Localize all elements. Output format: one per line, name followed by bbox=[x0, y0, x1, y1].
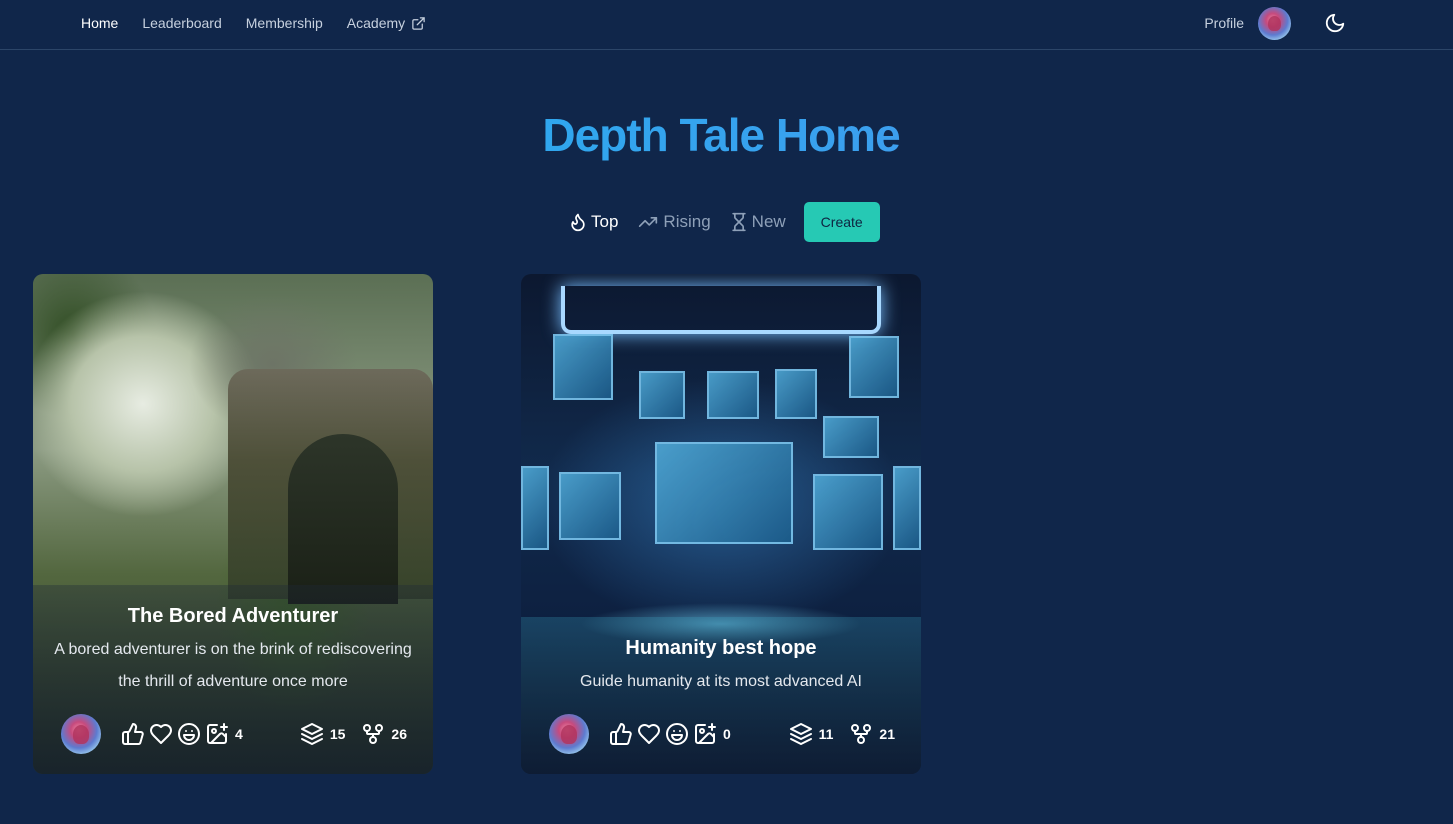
thumbs-up-icon[interactable] bbox=[609, 722, 633, 746]
nav-home-link[interactable]: Home bbox=[81, 15, 118, 31]
story-card-description: A bored adventurer is on the brink of re… bbox=[54, 641, 412, 690]
filter-top-label: Top bbox=[591, 212, 619, 231]
nav-academy-label: Academy bbox=[346, 15, 406, 31]
monitor-graphic bbox=[707, 371, 759, 419]
filter-new-button[interactable]: New bbox=[729, 211, 786, 233]
layers-icon bbox=[789, 722, 813, 746]
story-card[interactable]: Humanity best hope Guide humanity at its… bbox=[521, 274, 921, 774]
reaction-bar: 4 bbox=[121, 722, 243, 746]
profile-label: Profile bbox=[1204, 15, 1244, 31]
forks-stat: 21 bbox=[849, 722, 895, 746]
profile-link[interactable]: Profile bbox=[1204, 15, 1244, 31]
nav-academy-link[interactable]: Academy bbox=[347, 15, 426, 31]
story-card-footer: 4 15 26 bbox=[61, 714, 407, 754]
heart-icon[interactable] bbox=[149, 722, 173, 746]
nav-leaderboard-label: Leaderboard bbox=[142, 15, 222, 31]
thumbs-up-icon[interactable] bbox=[121, 722, 145, 746]
nav-user-area: Profile bbox=[1204, 0, 1349, 46]
story-card-title: The Bored Adventurer bbox=[127, 605, 339, 627]
image-plus-icon[interactable] bbox=[205, 722, 229, 746]
image-plus-icon[interactable] bbox=[693, 722, 717, 746]
forks-count: 26 bbox=[391, 726, 407, 742]
layers-stat: 15 bbox=[300, 722, 346, 746]
create-button[interactable]: Create bbox=[803, 202, 880, 242]
flame-icon bbox=[568, 212, 588, 232]
monitor-graphic bbox=[823, 416, 879, 458]
page-title: Depth Tale Home bbox=[0, 108, 1442, 162]
moon-icon bbox=[1324, 12, 1346, 34]
author-avatar[interactable] bbox=[549, 714, 589, 754]
story-stats: 15 26 bbox=[288, 722, 407, 746]
image-count: 4 bbox=[235, 726, 243, 742]
story-card[interactable]: The Bored Adventurer A bored adventurer … bbox=[33, 274, 433, 774]
monitor-graphic bbox=[775, 369, 817, 419]
filter-rising-label: Rising bbox=[663, 212, 711, 231]
heart-icon[interactable] bbox=[637, 722, 661, 746]
monitor-graphic bbox=[849, 336, 899, 398]
layers-icon bbox=[300, 722, 324, 746]
story-stats: 11 21 bbox=[777, 722, 895, 746]
trending-up-icon bbox=[636, 212, 660, 232]
fork-icon bbox=[849, 722, 873, 746]
monitor-graphic bbox=[553, 334, 613, 400]
forks-stat: 26 bbox=[361, 722, 407, 746]
filter-top-button[interactable]: Top bbox=[568, 212, 618, 232]
monitor-graphic bbox=[893, 466, 921, 550]
filter-new-label: New bbox=[751, 212, 786, 231]
nav-membership-label: Membership bbox=[245, 15, 323, 31]
forks-count: 21 bbox=[879, 726, 895, 742]
layers-count: 11 bbox=[818, 726, 834, 742]
fork-icon bbox=[361, 722, 385, 746]
monitor-graphic bbox=[639, 371, 685, 419]
nav-leaderboard-link[interactable]: Leaderboard bbox=[142, 15, 221, 31]
story-card-description: Guide humanity at its most advanced AI bbox=[580, 673, 862, 690]
external-link-icon bbox=[411, 16, 426, 31]
monitor-graphic bbox=[521, 466, 549, 550]
monitor-graphic bbox=[813, 474, 883, 550]
filter-rising-button[interactable]: Rising bbox=[636, 212, 711, 232]
reaction-bar: 0 bbox=[609, 722, 731, 746]
hourglass-icon bbox=[729, 211, 749, 233]
ruin-arch-opening bbox=[288, 434, 398, 604]
nav-home-label: Home bbox=[81, 15, 119, 31]
nav-membership-link[interactable]: Membership bbox=[246, 15, 323, 31]
monitor-graphic bbox=[559, 472, 621, 540]
top-navbar: Home Leaderboard Membership Academy Prof… bbox=[0, 0, 1453, 50]
smile-icon[interactable] bbox=[665, 722, 689, 746]
sort-filter-bar: Top Rising New Create bbox=[568, 202, 880, 242]
image-count: 0 bbox=[723, 726, 731, 742]
smile-icon[interactable] bbox=[177, 722, 201, 746]
layers-stat: 11 bbox=[789, 722, 834, 746]
monitor-graphic bbox=[655, 442, 793, 544]
author-avatar[interactable] bbox=[61, 714, 101, 754]
theme-toggle-button[interactable] bbox=[1321, 9, 1349, 37]
story-card-footer: 0 11 21 bbox=[549, 714, 895, 754]
ceiling-light-graphic bbox=[561, 286, 881, 334]
user-avatar[interactable] bbox=[1258, 6, 1291, 40]
nav-links: Home Leaderboard Membership Academy bbox=[81, 0, 426, 46]
layers-count: 15 bbox=[329, 726, 346, 742]
story-card-title: Humanity best hope bbox=[625, 637, 817, 659]
